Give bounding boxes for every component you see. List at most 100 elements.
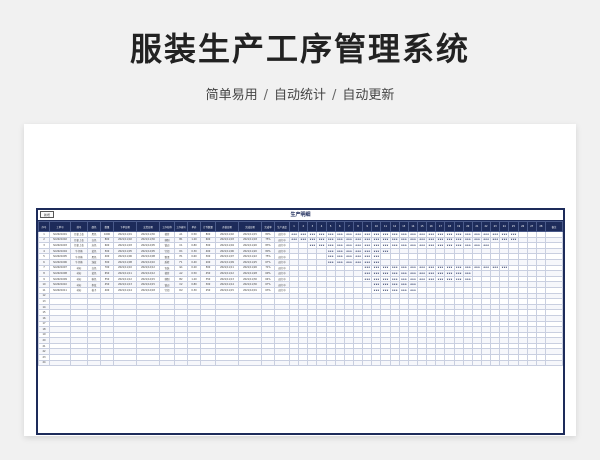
table-cell[interactable] bbox=[136, 359, 160, 367]
column-header: 完成率 bbox=[261, 221, 275, 232]
day-cell[interactable] bbox=[316, 359, 327, 367]
separator: / bbox=[332, 88, 337, 103]
table-cell[interactable] bbox=[100, 359, 114, 367]
table-cell[interactable] bbox=[187, 359, 201, 367]
day-column-header: 16 bbox=[426, 221, 437, 232]
day-column-header: 20 bbox=[462, 221, 473, 232]
day-column-header: 14 bbox=[407, 221, 418, 232]
day-cell[interactable] bbox=[398, 359, 409, 367]
feature-auto-update: 自动更新 bbox=[342, 88, 395, 103]
production-table: 序号 工单号 款号 颜色 数量 下单日期 交货日期 工序名称 工序编号 单价 计件数量 开始日期 完成日… bbox=[38, 221, 563, 367]
day-column-header: 11 bbox=[380, 221, 391, 232]
day-cell[interactable] bbox=[435, 359, 446, 367]
column-header: 工单号 bbox=[49, 221, 71, 232]
day-column-header: 25 bbox=[508, 221, 519, 232]
column-header: 开始日期 bbox=[215, 221, 239, 232]
column-header: 备注 bbox=[545, 221, 563, 232]
day-column-header: 13 bbox=[398, 221, 409, 232]
table-cell[interactable] bbox=[238, 359, 262, 367]
day-cell[interactable] bbox=[298, 359, 309, 367]
column-header: 下单日期 bbox=[113, 221, 137, 232]
day-cell[interactable] bbox=[526, 359, 537, 367]
day-cell[interactable] bbox=[462, 359, 473, 367]
table-cell[interactable] bbox=[261, 359, 275, 367]
table-header-row: 序号 工单号 款号 颜色 数量 下单日期 交货日期 工序名称 工序编号 单价 计件数量 开始日期 完成日… bbox=[38, 221, 563, 232]
day-column-header: 10 bbox=[371, 221, 382, 232]
day-column-header: 12 bbox=[389, 221, 400, 232]
sheet-title: 生产明细 bbox=[290, 212, 311, 218]
day-column-header: 18 bbox=[444, 221, 455, 232]
table-cell[interactable]: 24 bbox=[38, 359, 50, 367]
day-cell[interactable] bbox=[288, 359, 300, 367]
production-sheet: 新增 生产明细 序号 工单号 款号 颜色 数量 下单日期 交货日期 工序名称 工序编号 单价 计件数… bbox=[36, 208, 565, 435]
table-cell[interactable] bbox=[159, 359, 175, 367]
sheet-body: 新增 生产明细 序号 工单号 款号 颜色 数量 下单日期 交货日期 工序名称 工序编号 单价 计件数… bbox=[38, 210, 563, 433]
day-cell[interactable] bbox=[389, 359, 400, 367]
table-cell[interactable] bbox=[87, 359, 101, 367]
day-column-header: 3 bbox=[307, 221, 318, 232]
column-header: 颜色 bbox=[87, 221, 101, 232]
day-cell[interactable] bbox=[480, 359, 492, 367]
table-cell[interactable] bbox=[215, 359, 239, 367]
table-cell[interactable] bbox=[70, 359, 88, 367]
feature-auto-stats: 自动统计 bbox=[273, 88, 326, 103]
day-cell[interactable] bbox=[407, 359, 418, 367]
day-cell[interactable] bbox=[490, 359, 501, 367]
day-cell[interactable] bbox=[508, 359, 519, 367]
column-header: 款号 bbox=[70, 221, 88, 232]
column-header: 完成日期 bbox=[238, 221, 262, 232]
day-column-header: 22 bbox=[480, 221, 492, 232]
table-cell[interactable] bbox=[49, 359, 71, 367]
day-cell[interactable] bbox=[453, 359, 464, 367]
day-column-header: 4 bbox=[316, 221, 327, 232]
day-column-header: 23 bbox=[490, 221, 501, 232]
table-cell[interactable] bbox=[174, 359, 188, 367]
feature-easy: 简单易用 bbox=[205, 88, 258, 103]
day-column-header: 1 bbox=[288, 221, 300, 232]
day-cell[interactable] bbox=[307, 359, 318, 367]
table-row[interactable]: 24 bbox=[38, 359, 563, 367]
table-body: 1 SC2021001 针织上衣 黑色 1000 2021/11/01 2021/11/30… bbox=[38, 231, 563, 367]
day-cell[interactable] bbox=[426, 359, 437, 367]
table-cell[interactable] bbox=[274, 359, 290, 367]
sheet-title-bar: 新增 生产明细 bbox=[38, 210, 563, 221]
column-header: 工序名称 bbox=[159, 221, 175, 232]
day-cell[interactable] bbox=[343, 359, 354, 367]
day-cell[interactable] bbox=[334, 359, 345, 367]
table-cell[interactable] bbox=[113, 359, 137, 367]
page-title: 服装生产工序管理系统 bbox=[129, 30, 470, 68]
day-column-header: 21 bbox=[471, 221, 482, 232]
remark-cell[interactable] bbox=[545, 359, 563, 367]
column-header: 交货日期 bbox=[136, 221, 160, 232]
day-column-header: 9 bbox=[362, 221, 373, 232]
day-cell[interactable] bbox=[535, 359, 547, 367]
day-cell[interactable] bbox=[380, 359, 391, 367]
day-column-header: 26 bbox=[517, 221, 528, 232]
table-cell[interactable] bbox=[200, 359, 216, 367]
feature-list: 简单易用 / 自动统计 / 自动更新 bbox=[0, 84, 600, 103]
day-cell[interactable] bbox=[362, 359, 373, 367]
column-header: 工序编号 bbox=[174, 221, 188, 232]
day-column-header: 5 bbox=[325, 221, 336, 232]
day-column-header: 15 bbox=[416, 221, 428, 232]
day-cell[interactable] bbox=[325, 359, 336, 367]
separator: / bbox=[263, 88, 268, 103]
column-header: 数量 bbox=[100, 221, 114, 232]
day-column-header: 6 bbox=[334, 221, 345, 232]
day-cell[interactable] bbox=[444, 359, 455, 367]
day-column-header: 28 bbox=[535, 221, 547, 232]
day-cell[interactable] bbox=[352, 359, 364, 367]
day-column-header: 8 bbox=[352, 221, 364, 232]
day-cell[interactable] bbox=[517, 359, 528, 367]
day-column-header: 17 bbox=[435, 221, 446, 232]
day-column-header: 19 bbox=[453, 221, 464, 232]
day-column-header: 2 bbox=[298, 221, 309, 232]
day-cell[interactable] bbox=[471, 359, 482, 367]
day-cell[interactable] bbox=[416, 359, 428, 367]
day-column-header: 27 bbox=[526, 221, 537, 232]
day-cell[interactable] bbox=[499, 359, 510, 367]
column-header: 序号 bbox=[38, 221, 50, 232]
column-header: 生产进度 bbox=[274, 221, 290, 232]
day-cell[interactable] bbox=[371, 359, 382, 367]
column-header: 单价 bbox=[187, 221, 201, 232]
